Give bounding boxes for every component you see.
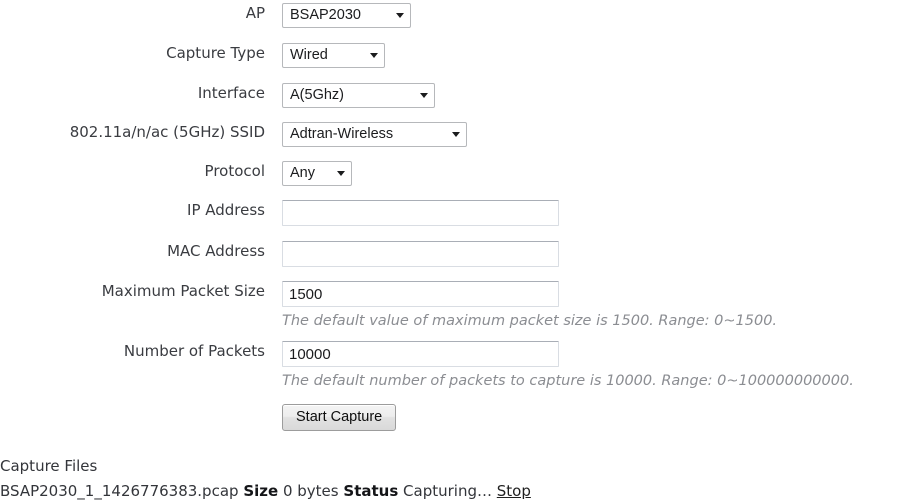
form-row-mac-address: MAC Address xyxy=(0,241,910,267)
form-row-ip-address: IP Address xyxy=(0,200,910,226)
label-protocol: Protocol xyxy=(204,162,265,180)
form-row-submit: Start Capture xyxy=(0,404,910,431)
capture-file-size-label: Size xyxy=(243,482,279,500)
stop-capture-link[interactable]: Stop xyxy=(497,482,531,500)
field-mac-address xyxy=(265,241,910,267)
label-ip-address: IP Address xyxy=(187,201,265,219)
label-capture-type: Capture Type xyxy=(166,44,265,62)
chevron-down-icon xyxy=(370,53,378,58)
maximum-packet-size-input[interactable] xyxy=(282,281,559,307)
field-ap: BSAP2030 xyxy=(265,3,910,28)
label-maximum-packet-size: Maximum Packet Size xyxy=(101,282,265,300)
label-ssid: 802.11a/n/ac (5GHz) SSID xyxy=(69,123,265,141)
field-capture-type: Wired xyxy=(265,43,910,68)
form-row-ssid: 802.11a/n/ac (5GHz) SSID Adtran-Wireless xyxy=(0,122,910,147)
capture-type-select-value: Wired xyxy=(290,47,328,63)
mac-address-input[interactable] xyxy=(282,241,559,267)
number-of-packets-hint: The default number of packets to capture… xyxy=(282,373,854,389)
packet-capture-form: AP BSAP2030 Capture Type Wired Interface… xyxy=(0,0,910,431)
field-ip-address xyxy=(265,200,910,226)
form-row-capture-type: Capture Type Wired xyxy=(0,43,910,68)
field-interface: A(5Ghz) xyxy=(265,83,910,108)
form-row-interface: Interface A(5Ghz) xyxy=(0,83,910,108)
start-capture-button[interactable]: Start Capture xyxy=(282,404,397,431)
form-row-maximum-packet-size: Maximum Packet Size The default value of… xyxy=(0,281,910,331)
ap-select[interactable]: BSAP2030 xyxy=(282,3,411,28)
chevron-down-icon xyxy=(420,93,428,98)
field-protocol: Any xyxy=(265,161,910,186)
capture-type-select[interactable]: Wired xyxy=(282,43,385,68)
label-ap: AP xyxy=(245,4,265,22)
label-interface: Interface xyxy=(197,84,265,102)
protocol-select[interactable]: Any xyxy=(282,161,352,186)
form-row-ap: AP BSAP2030 xyxy=(0,3,910,28)
capture-file-row: BSAP2030_1_1426776383.pcap Size 0 bytes … xyxy=(0,480,910,502)
capture-file-name: BSAP2030_1_1426776383.pcap xyxy=(0,482,239,500)
chevron-down-icon xyxy=(452,132,460,137)
number-of-packets-input[interactable] xyxy=(282,341,559,367)
form-row-protocol: Protocol Any xyxy=(0,161,910,186)
field-maximum-packet-size: The default value of maximum packet size… xyxy=(265,281,910,331)
ssid-select-value: Adtran-Wireless xyxy=(290,126,394,142)
capture-file-status-value: Capturing… xyxy=(403,482,492,500)
label-mac-address: MAC Address xyxy=(167,242,265,260)
ssid-select[interactable]: Adtran-Wireless xyxy=(282,122,467,147)
field-number-of-packets: The default number of packets to capture… xyxy=(265,341,910,391)
capture-files-heading: Capture Files xyxy=(0,457,98,475)
ap-select-value: BSAP2030 xyxy=(290,7,361,23)
capture-files-section: Capture Files BSAP2030_1_1426776383.pcap… xyxy=(0,456,910,502)
chevron-down-icon xyxy=(396,13,404,18)
maximum-packet-size-hint: The default value of maximum packet size… xyxy=(282,313,778,329)
interface-select-value: A(5Ghz) xyxy=(290,87,344,103)
capture-file-size-value: 0 bytes xyxy=(282,482,339,500)
label-number-of-packets: Number of Packets xyxy=(123,342,265,360)
capture-file-status-label: Status xyxy=(343,482,399,500)
ip-address-input[interactable] xyxy=(282,200,559,226)
field-submit: Start Capture xyxy=(265,404,910,431)
field-ssid: Adtran-Wireless xyxy=(265,122,910,147)
protocol-select-value: Any xyxy=(290,165,315,181)
form-row-number-of-packets: Number of Packets The default number of … xyxy=(0,341,910,391)
interface-select[interactable]: A(5Ghz) xyxy=(282,83,435,108)
chevron-down-icon xyxy=(337,171,345,176)
